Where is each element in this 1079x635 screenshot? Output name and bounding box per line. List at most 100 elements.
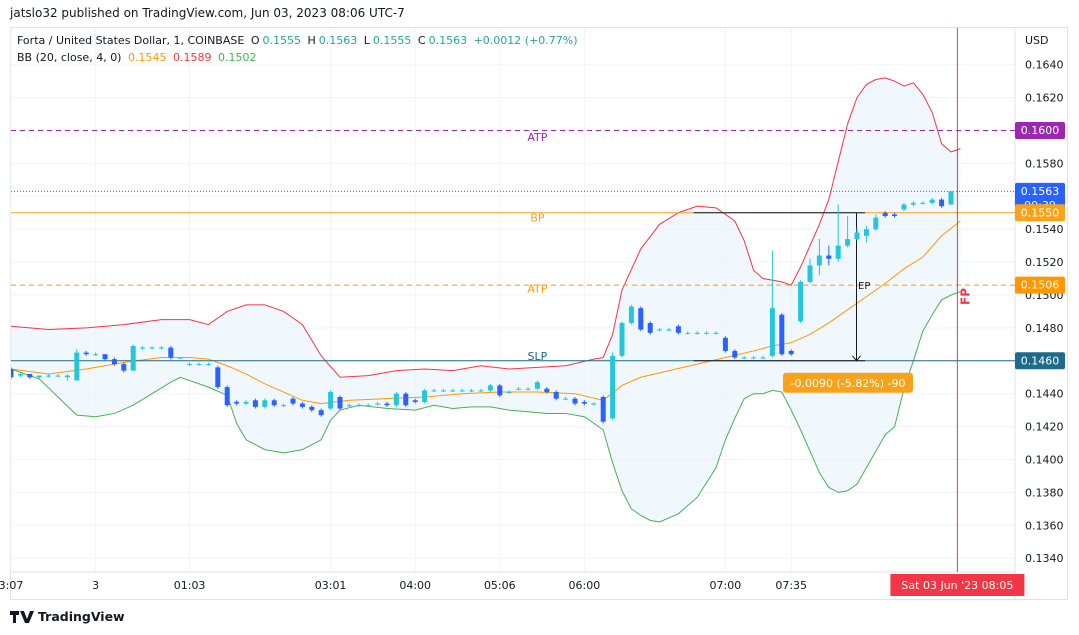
candle-body [694, 332, 700, 334]
candle-body [290, 398, 296, 404]
candle-body [516, 388, 522, 390]
candle-body [187, 364, 193, 366]
candle-body [628, 306, 634, 323]
y-tick-label: 0.1520 [1025, 256, 1064, 269]
candle-body [798, 281, 804, 322]
candle-body [534, 382, 540, 389]
candle-body [920, 202, 926, 204]
candle-body [901, 204, 907, 210]
y-tick-label: 0.1380 [1025, 486, 1064, 499]
x-tick-label: 04:00 [399, 579, 431, 592]
candle-body [431, 390, 437, 392]
candle-body [337, 396, 343, 409]
candle-body [36, 375, 42, 378]
candle-body [563, 398, 569, 400]
x-tick-label: 03:01 [315, 579, 347, 592]
candle-body [177, 357, 183, 359]
symbol-legend: Forta / United States Dollar, 1, COINBAS… [17, 34, 581, 47]
price-badge-label: 0.1600 [1021, 124, 1060, 137]
candle-body [845, 239, 851, 246]
x-tick-label: 07:00 [710, 579, 742, 592]
plot-area [11, 28, 1015, 572]
candle-body [140, 347, 146, 349]
candle-body [779, 314, 785, 355]
candle-body [760, 357, 766, 359]
y-tick-label: 0.1580 [1025, 157, 1064, 170]
x-tick-label: 07:35 [775, 579, 807, 592]
candle-body [158, 347, 164, 349]
candle-body [638, 308, 644, 330]
level-label-bp: BP [530, 212, 545, 225]
y-tick-label: 0.1540 [1025, 223, 1064, 236]
candle-body [478, 390, 484, 392]
candle-body [412, 400, 418, 402]
candle-body [234, 401, 240, 404]
candle-body [657, 329, 663, 331]
candle-body [375, 403, 381, 405]
currency-label: USD [1025, 34, 1049, 47]
candle-body [215, 367, 221, 388]
candle-body [544, 388, 550, 393]
candle-body [281, 405, 287, 407]
open-value: 0.1555 [262, 34, 301, 47]
tradingview-footer: TradingView [10, 609, 125, 624]
candle-body [121, 364, 127, 371]
candle-body [224, 387, 230, 406]
candle-body [168, 347, 174, 358]
level-label-atp: ATP [527, 282, 547, 295]
candle-body [666, 329, 672, 331]
candle-body [816, 255, 822, 266]
candle-body [271, 400, 277, 406]
candle-body [83, 352, 89, 355]
candle-body [346, 405, 352, 407]
candle-body [487, 385, 493, 391]
bb-legend: BB (20, close, 4, 0) 0.1545 0.1589 0.150… [17, 51, 259, 64]
candle-body [732, 350, 738, 358]
price-badge-label: 0.1506 [1021, 279, 1060, 292]
candle-body [572, 398, 578, 404]
bb-lower-value: 0.1502 [217, 51, 257, 64]
candle-body [403, 393, 409, 406]
candle-body [450, 390, 456, 392]
bb-title: BB (20, close, 4, 0) [17, 51, 122, 64]
candle-body [309, 406, 315, 411]
candle-body [675, 326, 681, 333]
candle-body [506, 392, 512, 394]
candle-body [591, 403, 597, 405]
candle-body [93, 354, 99, 356]
candle-body [892, 214, 898, 217]
low-key: L [363, 34, 370, 47]
candle-body [252, 400, 258, 407]
price-badge-label: 0.1563 [1021, 185, 1060, 198]
y-tick-label: 0.1360 [1025, 519, 1064, 532]
price-chart[interactable]: 0.16400.16200.16000.15800.15600.15400.15… [0, 0, 1079, 635]
candle-body [328, 392, 334, 409]
x-tick-label: 05:06 [484, 579, 516, 592]
price-badge-label: 0.1460 [1021, 354, 1060, 367]
ep-label: EP [858, 281, 870, 292]
candle-body [610, 355, 616, 419]
candle-body [46, 375, 52, 377]
candle-body [854, 232, 860, 240]
high-key: H [307, 34, 316, 47]
price-badge-label: 0.1550 [1021, 206, 1060, 219]
y-tick-label: 0.1620 [1025, 92, 1064, 105]
symbol-title: Forta / United States Dollar, 1, COINBAS… [17, 34, 245, 47]
candle-body [704, 332, 710, 334]
low-value: 0.1555 [372, 34, 412, 47]
candle-body [17, 373, 23, 376]
x-tick-label: 3:07 [0, 579, 23, 592]
x-tick-label: 01:03 [174, 579, 206, 592]
level-label-slp: SLP [528, 350, 548, 363]
y-tick-label: 0.1420 [1025, 421, 1064, 434]
candle-body [525, 388, 531, 390]
candle-body [807, 265, 813, 282]
candle-body [422, 390, 428, 402]
y-tick-label: 0.1640 [1025, 59, 1064, 72]
candle-body [788, 350, 794, 355]
open-key: O [250, 34, 260, 47]
bb-fill [11, 77, 961, 523]
tradingview-brand: TradingView [38, 609, 125, 624]
candle-body [393, 393, 399, 406]
candle-body [299, 403, 305, 407]
